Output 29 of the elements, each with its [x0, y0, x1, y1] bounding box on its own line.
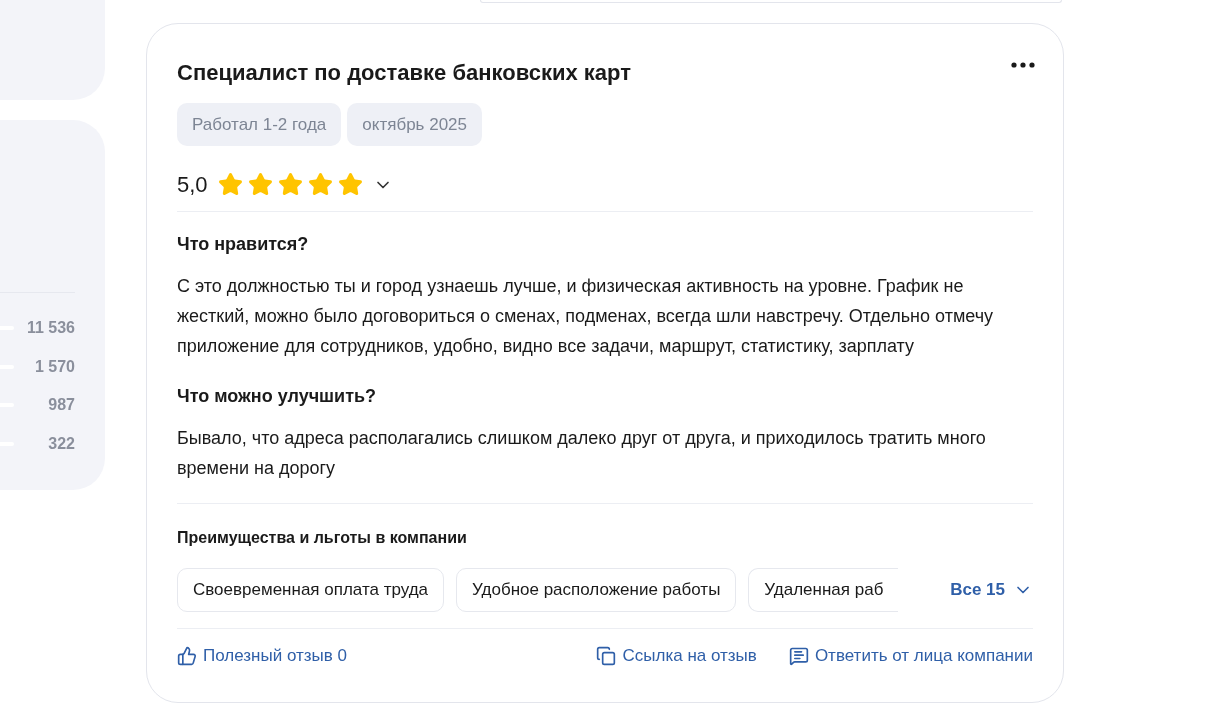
review-title: Специалист по доставке банковских карт — [177, 58, 631, 87]
star-icon — [337, 172, 363, 198]
message-icon — [788, 645, 809, 666]
rating-count: 1 570 — [34, 356, 75, 377]
rating-count: 987 — [48, 395, 75, 416]
rating-count: 11 536 — [26, 318, 75, 339]
benefit-chip: Своевременная оплата труда — [177, 568, 445, 612]
thumbs-up-icon — [177, 645, 197, 666]
section-text: С это должностью ты и город узнаешь лучше, и физическая активность на уровне. График не жесткий, можно было договориться о сменах, подменах, всегда шли навстречу. Отдельно отмечу приложение для сотрудников, удобно, видно все задачи, маршрут, статистику, зарплату — [177, 275, 995, 359]
section-text: Бывало, что адреса располагались слишком далеко друг от друга, и приходилось тратить много времени на дорогу — [177, 427, 987, 481]
review-tag: Работал 1-2 года — [177, 102, 342, 147]
star-icon — [217, 172, 243, 198]
benefits-heading: Преимущества и льготы в компании — [177, 528, 468, 549]
star-icon — [307, 172, 333, 198]
review-tag: октябрь 2025 — [347, 102, 482, 147]
show-all-button[interactable]: Все 15 — [950, 577, 1033, 603]
action-link[interactable]: Полезный отзыв 0 — [177, 642, 347, 669]
star-icon — [247, 172, 273, 198]
benefit-chip: Удобное расположение работы — [456, 568, 737, 612]
more-icon — [1011, 61, 1035, 68]
star-icon — [277, 172, 303, 198]
section-heading: Что нравится? — [177, 233, 310, 257]
action-link[interactable]: Ссылка на отзыв — [596, 642, 757, 669]
benefit-chip: Удаленная раб — [748, 568, 899, 612]
rating-score: 5,0 — [177, 171, 208, 200]
section-heading: Что можно улучшить? — [177, 385, 378, 409]
rating-count: 322 — [48, 434, 75, 455]
action-link[interactable]: Ответить от лица компании — [788, 642, 1033, 669]
copy-icon — [596, 645, 617, 666]
